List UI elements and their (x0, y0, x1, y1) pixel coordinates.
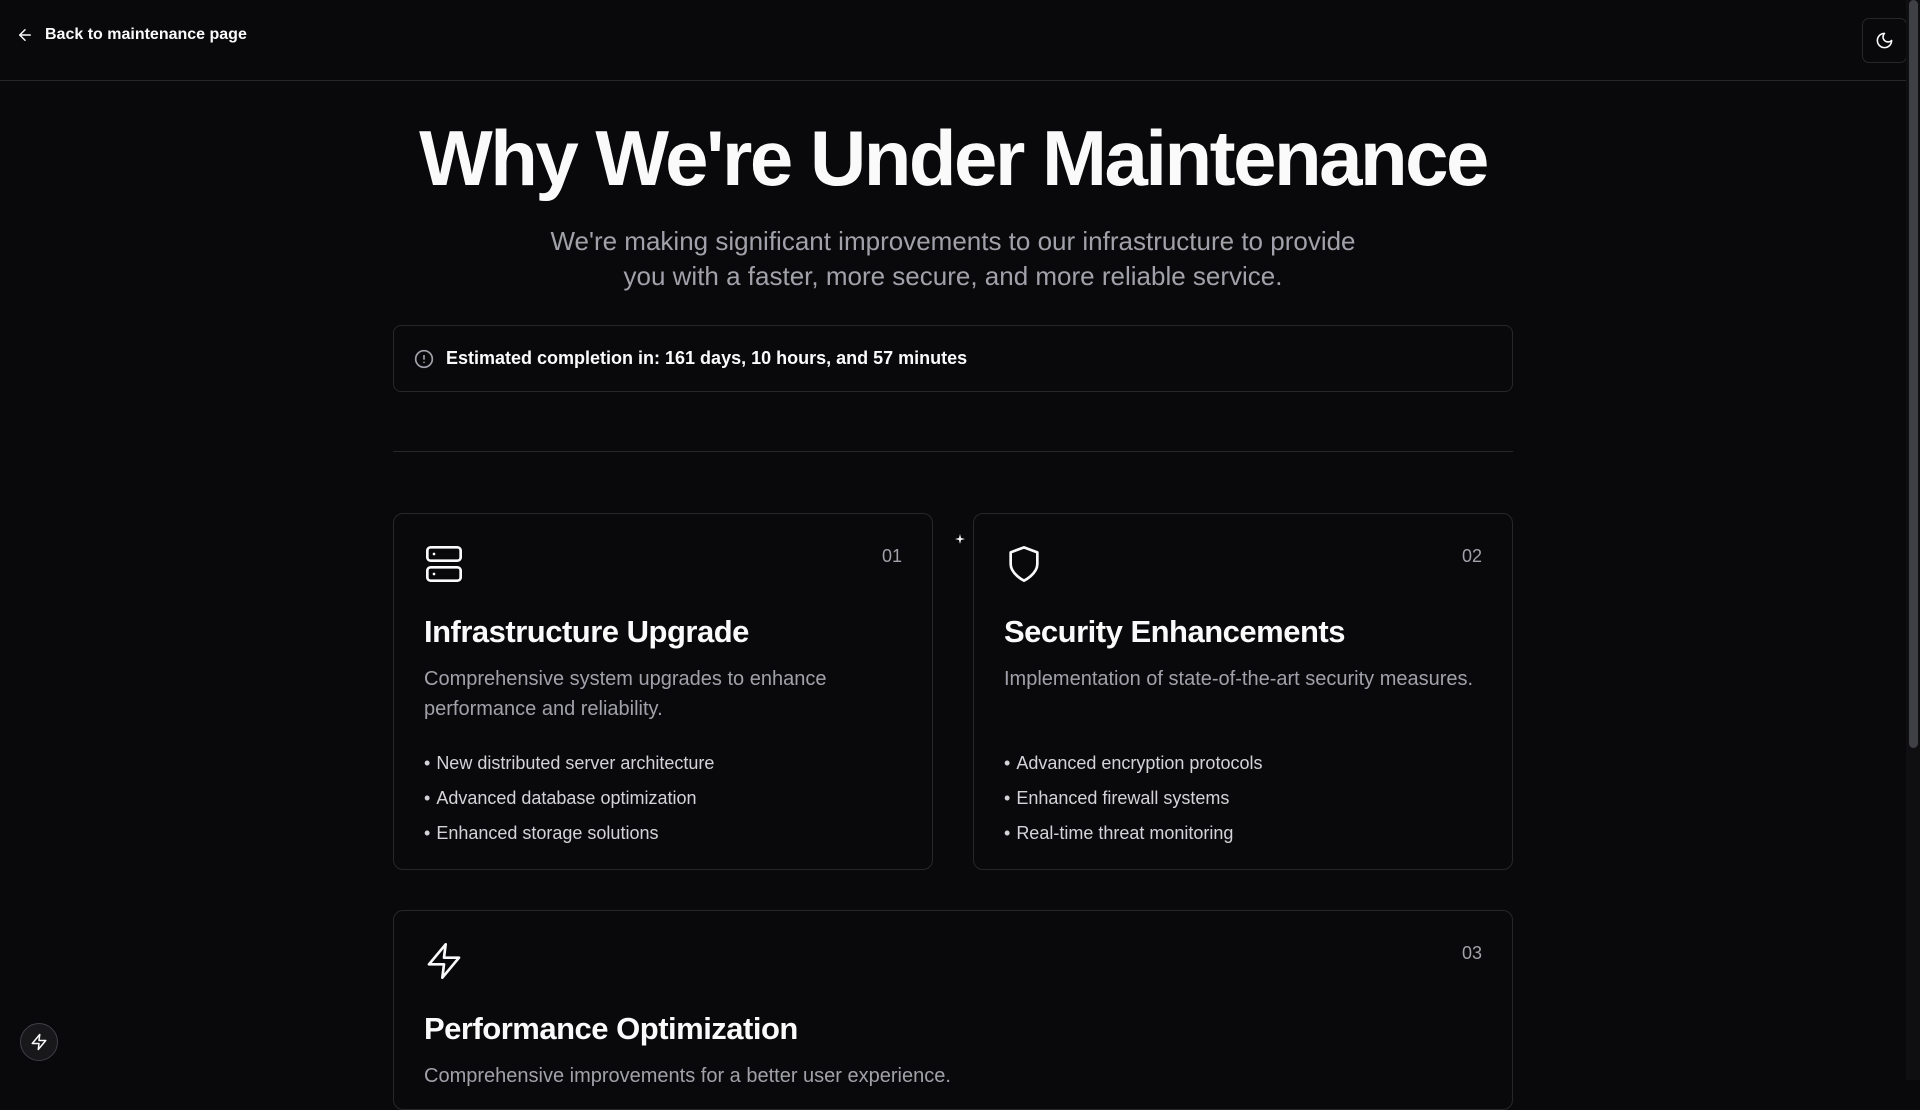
arrow-left-icon (16, 26, 34, 44)
mouse-cursor-icon (955, 534, 965, 544)
shield-icon (1004, 544, 1044, 584)
back-to-maintenance-link[interactable]: Back to maintenance page (16, 26, 247, 44)
card-number: 01 (881, 546, 902, 566)
infrastructure-card: 01 Infrastructure Upgrade Comprehensive … (393, 513, 933, 870)
zap-icon (424, 941, 464, 981)
list-item: • Real-time threat monitoring (1004, 823, 1234, 843)
list-item: • Advanced database optimization (424, 788, 697, 808)
scrollbar-thumb[interactable] (1909, 0, 1918, 748)
list-item: • Enhanced firewall systems (1004, 788, 1230, 808)
list-item: • Advanced encryption protocols (1004, 753, 1263, 773)
zap-icon (30, 1033, 48, 1051)
back-link-label: Back to maintenance page (45, 26, 247, 43)
moon-icon (1875, 31, 1894, 50)
list-item: • New distributed server architecture (424, 753, 715, 773)
card-number: 02 (1461, 546, 1482, 566)
card-feature-list: • Advanced encryption protocols • Enhanced… (1004, 746, 1262, 851)
list-item: • Enhanced storage solutions (424, 823, 659, 843)
performance-card: 03 Performance Optimization Comprehensiv… (393, 910, 1513, 1110)
completion-alert: Estimated completion in: 161 days, 10 ho… (393, 325, 1513, 392)
page-scrollbar[interactable] (1906, 0, 1920, 1080)
theme-toggle-button[interactable] (1862, 18, 1907, 63)
security-card: 02 Security Enhancements Implementation … (973, 513, 1513, 870)
alert-circle-icon (414, 349, 434, 369)
completion-text: Estimated completion in: 161 days, 10 ho… (446, 348, 968, 368)
card-number: 03 (1461, 943, 1482, 963)
card-title: Security Enhancements (1004, 614, 1345, 649)
card-description: Implementation of state-of-the-art secur… (1004, 668, 1474, 690)
server-icon (424, 544, 464, 584)
top-bar: Back to maintenance page (0, 0, 1907, 81)
card-feature-list: • New distributed server architecture • Ad… (424, 746, 714, 851)
floating-action-button[interactable] (20, 1023, 58, 1061)
card-title: Infrastructure Upgrade (424, 614, 749, 649)
card-title: Performance Optimization (424, 1011, 798, 1046)
section-divider (393, 451, 1513, 452)
page-subtitle: We're making significant improvements to… (550, 226, 1356, 291)
card-description: Comprehensive system upgrades to enhance… (424, 668, 827, 720)
page-title: Why We're Under Maintenance (419, 114, 1489, 202)
card-description: Comprehensive improvements for a better … (424, 1065, 951, 1087)
